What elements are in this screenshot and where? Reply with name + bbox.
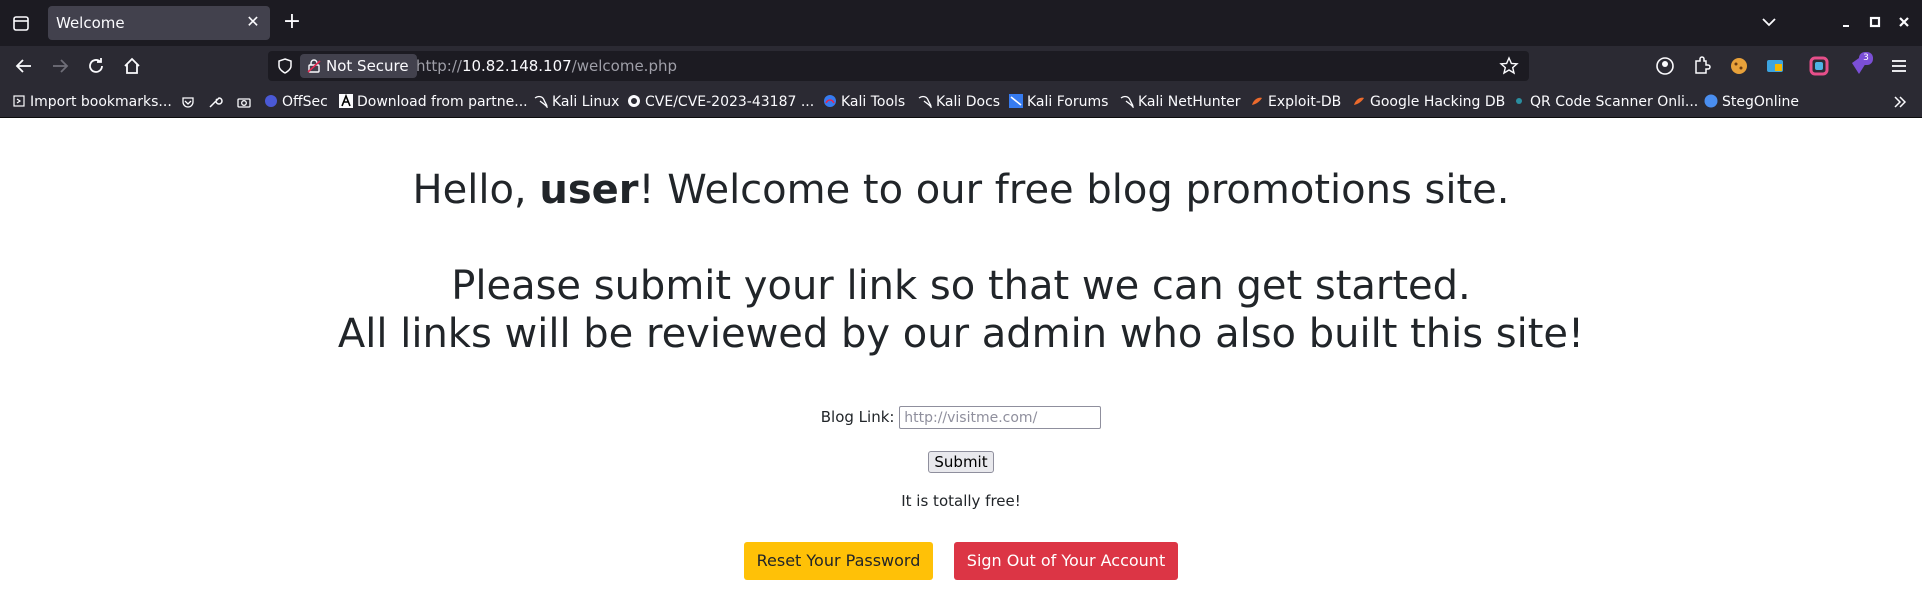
page-content: Hello, user! Welcome to our free blog pr…	[0, 118, 1922, 605]
kali-dragon-icon	[534, 95, 548, 108]
exploit-db-icon	[1252, 97, 1262, 105]
bookmark-label: StegOnline	[1722, 94, 1800, 110]
back-arrow-icon[interactable]	[12, 54, 36, 78]
import-icon	[13, 95, 25, 107]
bookmark-google-hacking-db[interactable]: Google Hacking DB	[1352, 92, 1505, 112]
username: user	[539, 167, 639, 213]
tab-welcome[interactable]: Welcome ✕	[48, 6, 270, 40]
extensions-puzzle-icon[interactable]	[1690, 55, 1712, 77]
bookmark-qr-scanner[interactable]: QR Code Scanner Onli...	[1512, 92, 1698, 112]
bookmark-kali-linux[interactable]: Kali Linux	[534, 92, 619, 112]
home-icon[interactable]	[120, 54, 144, 78]
bookmark-exploit-db[interactable]: Exploit-DB	[1250, 92, 1341, 112]
tab-title: Welcome	[56, 14, 125, 32]
bookmark-offsec[interactable]: OffSec	[264, 92, 328, 112]
wrench-icon[interactable]	[207, 94, 223, 110]
blog-link-label: Blog Link:	[820, 408, 895, 426]
github-icon	[628, 95, 640, 107]
submit-instructions: Please submit your link so that we can g…	[451, 263, 1471, 309]
navigation-bar: Not Secure http://10.82.148.107/welcome.…	[0, 46, 1922, 86]
tab-strip: Welcome ✕ +	[0, 0, 1922, 46]
security-label: Not Secure	[326, 57, 409, 75]
bookmark-kali-tools[interactable]: Kali Tools	[823, 92, 905, 112]
submit-button[interactable]: Submit	[928, 451, 994, 473]
bookmarks-toolbar: Import bookmarks... OffSec Download from…	[0, 86, 1922, 118]
chevron-double-right-icon[interactable]	[1892, 94, 1908, 110]
url-host: 10.82.148.107	[461, 57, 572, 75]
bookmark-download-partner[interactable]: Download from partne...	[339, 92, 528, 112]
list-all-tabs-icon[interactable]	[10, 12, 32, 34]
bookmark-label: CVE/CVE-2023-43187 ...	[645, 94, 815, 110]
minimize-icon[interactable]	[1836, 12, 1856, 32]
kali-tools-icon	[824, 95, 836, 107]
cookie-extension-icon[interactable]	[1728, 55, 1750, 77]
url-text[interactable]: http://10.82.148.107/welcome.php	[416, 57, 677, 75]
bookmark-cve[interactable]: CVE/CVE-2023-43187 ...	[627, 92, 814, 112]
qr-dot-icon	[1516, 98, 1522, 104]
bookmark-label: Kali Forums	[1027, 94, 1109, 110]
maximize-icon[interactable]	[1865, 12, 1885, 32]
bookmark-label: QR Code Scanner Onli...	[1530, 94, 1699, 110]
screenshot-camera-icon[interactable]	[236, 94, 252, 110]
kali-forums-icon	[1009, 94, 1023, 108]
blog-link-row: Blog Link:	[0, 406, 1922, 429]
shield-icon[interactable]	[276, 57, 294, 75]
tab-close-icon[interactable]: ✕	[244, 12, 262, 32]
bookmark-label: Kali NetHunter	[1138, 94, 1241, 110]
letter-a-icon	[339, 94, 353, 108]
reload-icon[interactable]	[84, 54, 108, 78]
free-note: It is totally free!	[901, 492, 1021, 510]
blog-link-input[interactable]	[899, 406, 1102, 429]
pocket-icon[interactable]	[180, 94, 196, 110]
bookmark-label: Import bookmarks...	[30, 94, 172, 110]
bookmark-import[interactable]: Import bookmarks...	[12, 92, 172, 112]
window-close-icon[interactable]	[1894, 12, 1914, 32]
insecure-lock-icon	[307, 59, 321, 73]
bookmark-label: Kali Linux	[552, 94, 620, 110]
account-icon[interactable]	[1654, 55, 1676, 77]
extension-badge: 3	[1859, 52, 1873, 65]
not-secure-badge[interactable]: Not Secure	[300, 54, 417, 78]
hamburger-menu-icon[interactable]	[1888, 55, 1910, 77]
bookmark-kali-docs[interactable]: Kali Docs	[918, 92, 1000, 112]
kali-dragon-icon	[1120, 95, 1134, 108]
globe-icon	[1704, 94, 1718, 108]
bookmark-kali-forums[interactable]: Kali Forums	[1009, 92, 1108, 112]
colorzilla-extension-icon[interactable]	[1808, 55, 1830, 77]
greeting-suffix: ! Welcome to our free blog promotions si…	[638, 167, 1510, 213]
bookmark-label: Kali Docs	[936, 94, 1001, 110]
address-bar[interactable]: Not Secure http://10.82.148.107/welcome.…	[268, 51, 1529, 81]
kali-dragon-icon	[918, 95, 932, 108]
review-notice: All links will be reviewed by our admin …	[337, 311, 1585, 357]
bookmark-kali-nethunter[interactable]: Kali NetHunter	[1120, 92, 1240, 112]
offsec-icon	[265, 95, 277, 107]
bookmark-label: Download from partne...	[357, 94, 528, 110]
wappalyzer-extension-icon[interactable]	[1764, 55, 1786, 77]
chevron-down-icon[interactable]	[1758, 10, 1780, 34]
forward-arrow-icon[interactable]	[48, 54, 72, 78]
bookmark-label: OffSec	[282, 94, 328, 110]
bookmark-stegonline[interactable]: StegOnline	[1704, 92, 1799, 112]
welcome-heading: Hello, user! Welcome to our free blog pr…	[0, 166, 1922, 214]
bookmark-star-icon[interactable]	[1499, 56, 1519, 76]
bookmark-label: Kali Tools	[841, 94, 906, 110]
reset-password-button[interactable]: Reset Your Password	[744, 542, 933, 580]
submit-row: Submit	[0, 451, 1922, 473]
new-tab-button[interactable]: +	[281, 9, 303, 35]
bookmark-label: Exploit-DB	[1268, 94, 1342, 110]
url-path: /welcome.php	[571, 57, 678, 75]
sign-out-button[interactable]: Sign Out of Your Account	[954, 542, 1178, 580]
bookmark-label: Google Hacking DB	[1370, 94, 1506, 110]
exploit-db-icon	[1354, 97, 1364, 105]
url-scheme: http://	[416, 57, 462, 75]
greeting-prefix: Hello,	[412, 167, 540, 213]
